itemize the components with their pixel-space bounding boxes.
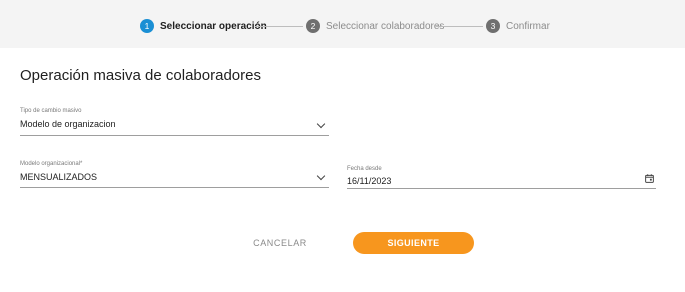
step-label: Seleccionar colaboradores: [326, 20, 445, 32]
step-label: Confirmar: [506, 20, 550, 32]
stepper: 1 Seleccionar operación 2 Seleccionar co…: [0, 0, 685, 48]
step-connector: [255, 26, 303, 27]
field-value: MENSUALIZADOS: [20, 172, 98, 182]
step-1: 1 Seleccionar operación: [140, 18, 267, 34]
modelo-organizacional-select[interactable]: Modelo organizacional* MENSUALIZADOS: [20, 161, 329, 189]
fecha-desde-input[interactable]: Fecha desde 16/11/2023: [347, 166, 656, 190]
field-label: Fecha desde: [347, 166, 382, 172]
step-connector: [436, 26, 483, 27]
field-value: 16/11/2023: [347, 176, 392, 186]
chevron-down-icon: [316, 119, 326, 129]
step-label: Seleccionar operación: [160, 20, 267, 32]
chevron-down-icon: [316, 171, 326, 181]
field-underline: [20, 135, 329, 136]
step-2: 2 Seleccionar colaboradores: [306, 18, 444, 34]
calendar-icon[interactable]: [645, 174, 654, 183]
cancel-button[interactable]: CANCELAR: [240, 232, 320, 254]
field-underline: [347, 188, 656, 189]
next-button[interactable]: SIGUIENTE: [353, 232, 474, 254]
field-underline: [20, 187, 329, 188]
step-number-circle: 3: [486, 19, 500, 33]
step-3: 3 Confirmar: [486, 18, 550, 34]
field-label: Modelo organizacional*: [20, 161, 83, 167]
step-number-circle: 2: [306, 19, 320, 33]
field-value: Modelo de organizacion: [20, 119, 116, 129]
page-title: Operación masiva de colaboradores: [20, 67, 261, 84]
field-label: Tipo de cambio masivo: [20, 108, 82, 114]
step-number-circle: 1: [140, 19, 154, 33]
tipo-cambio-select[interactable]: Tipo de cambio masivo Modelo de organiza…: [20, 108, 329, 136]
